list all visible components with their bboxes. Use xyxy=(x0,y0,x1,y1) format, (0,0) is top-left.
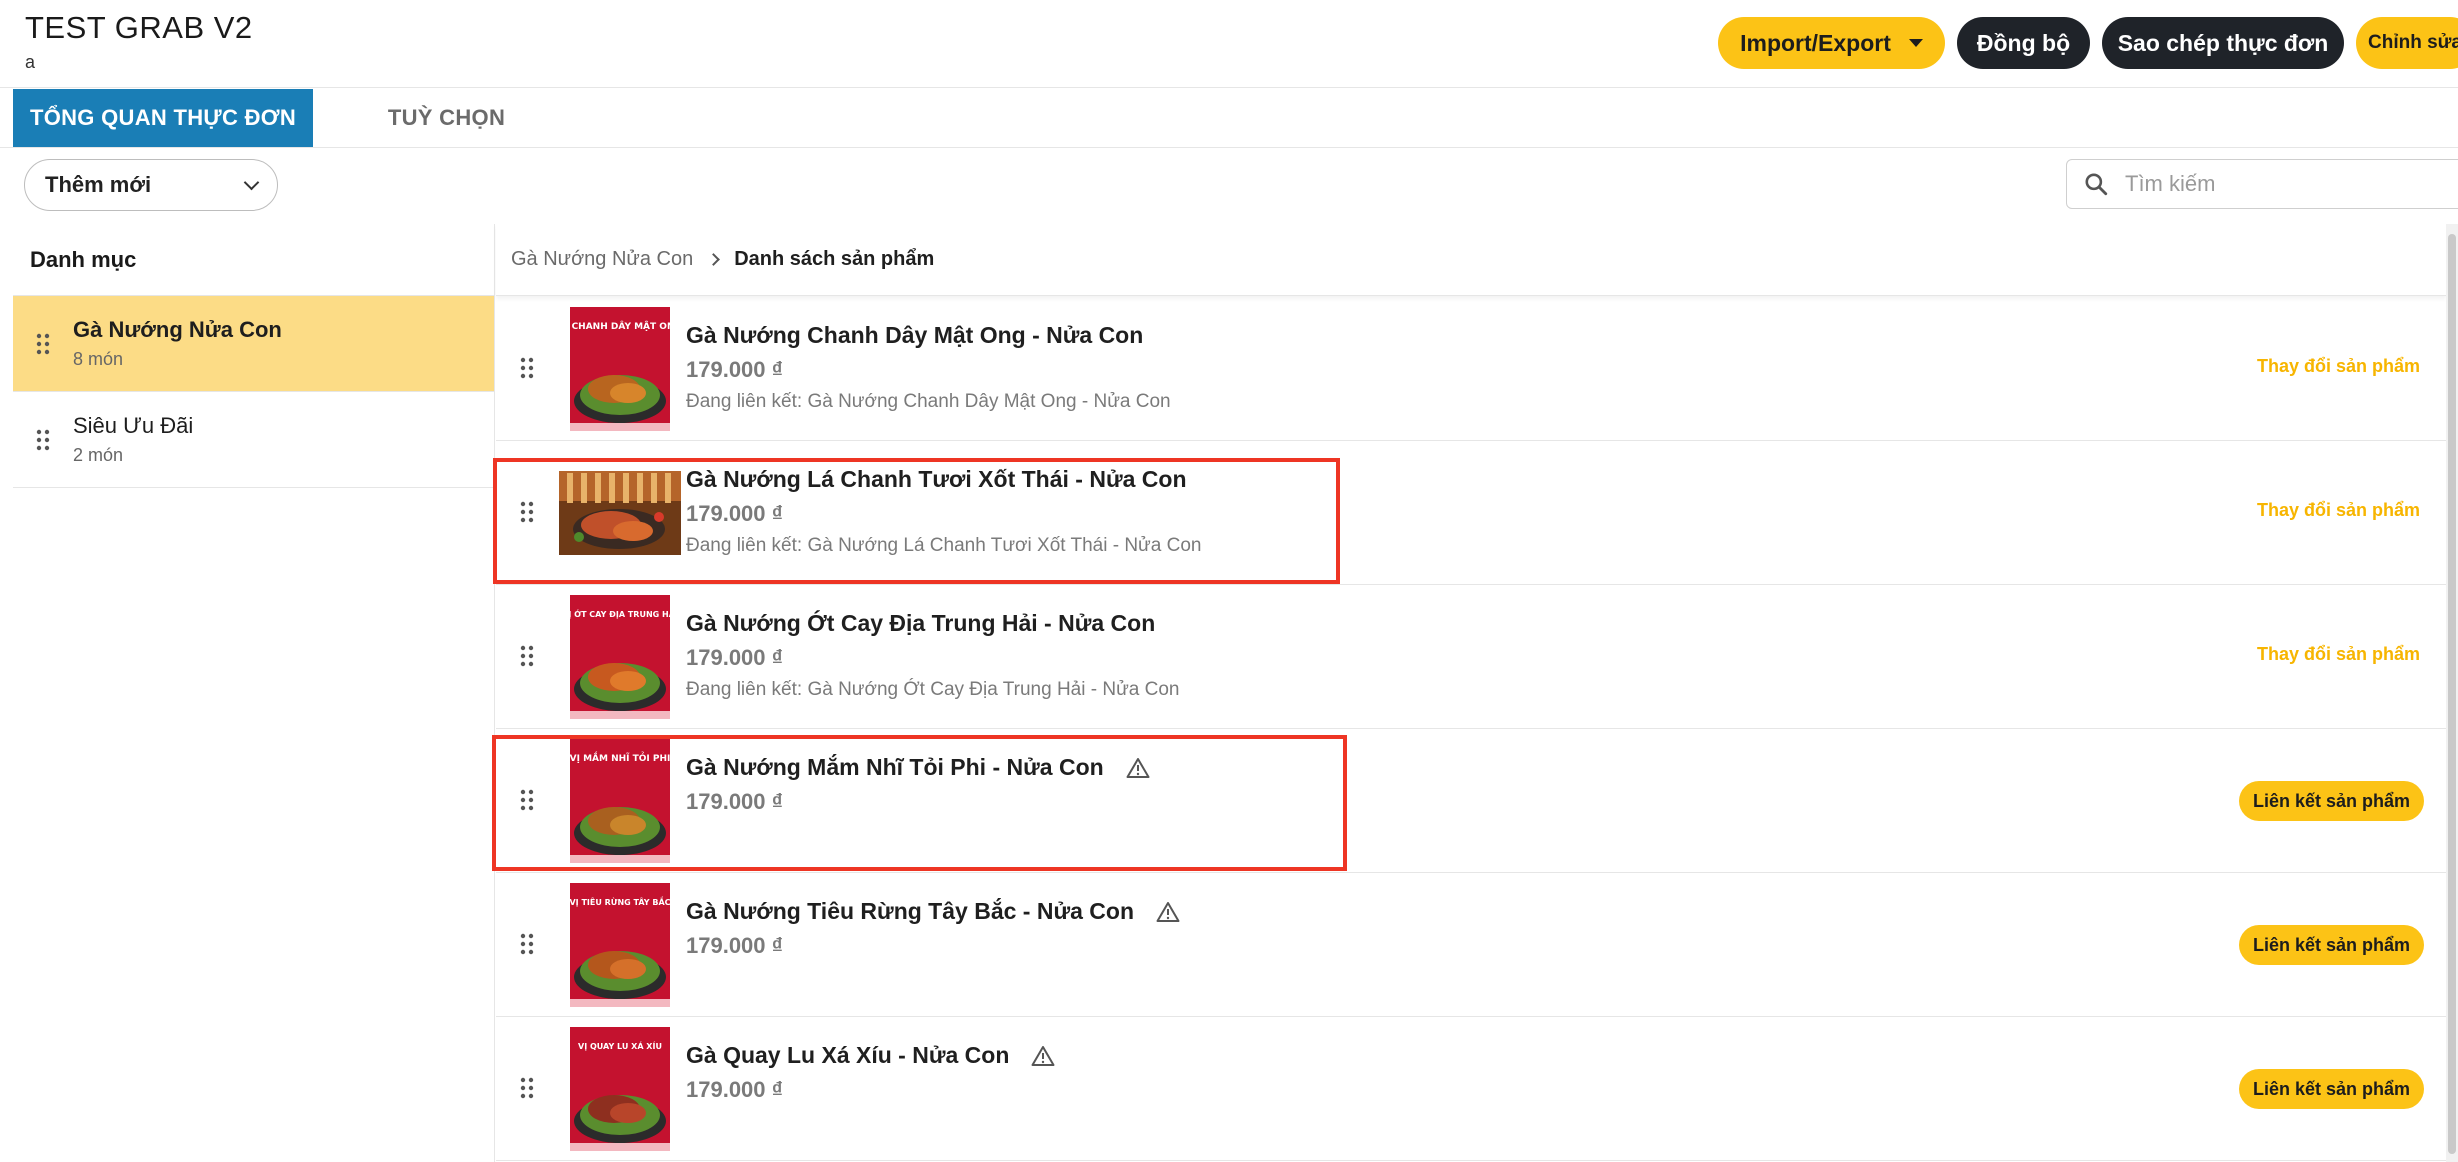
header-actions: Import/Export Đồng bộ Sao chép thực đơn … xyxy=(1718,17,2458,69)
svg-text:VỊ ỚT CAY ĐỊA TRUNG HẢI: VỊ ỚT CAY ĐỊA TRUNG HẢI xyxy=(570,608,670,619)
product-panel: Gà Nướng Nửa Con Danh sách sản phẩm VỊ C… xyxy=(496,224,2446,1162)
linked-product-text: Đang liên kết: Gà Nướng Lá Chanh Tươi Xố… xyxy=(686,535,1202,556)
tab-options[interactable]: TUỲ CHỌN xyxy=(313,89,580,147)
app-title: TEST GRAB V2 xyxy=(25,10,253,45)
drag-handle-icon[interactable] xyxy=(520,501,534,528)
drag-handle-icon[interactable] xyxy=(520,789,534,816)
breadcrumb-parent[interactable]: Gà Nướng Nửa Con xyxy=(511,248,693,271)
drag-handle-icon[interactable] xyxy=(520,933,534,960)
copy-menu-button[interactable]: Sao chép thực đơn xyxy=(2102,17,2344,69)
change-product-link[interactable]: Thay đổi sản phẩm xyxy=(2257,644,2420,665)
product-name: Gà Quay Lu Xá Xíu - Nửa Con xyxy=(686,1042,1055,1069)
tabs-bar: TỔNG QUAN THỰC ĐƠN TUỲ CHỌN xyxy=(0,87,2458,148)
product-price: 179.000 ₫ xyxy=(686,1077,783,1102)
category-item-sieu-uu-dai[interactable]: Siêu Ưu Đãi 2 món xyxy=(13,392,494,488)
product-row[interactable]: VỊ ỚT CAY ĐỊA TRUNG HẢI Gà Nướng Ớt Cay … xyxy=(496,585,2446,729)
caret-down-icon xyxy=(1908,39,1923,47)
linked-product-text: Đang liên kết: Gà Nướng Chanh Dây Mật On… xyxy=(686,391,1171,412)
chevron-right-icon xyxy=(707,253,721,266)
product-price: 179.000 ₫ xyxy=(686,789,783,814)
add-new-label: Thêm mới xyxy=(45,172,152,197)
drag-handle-icon[interactable] xyxy=(520,645,534,672)
product-price: 179.000 ₫ xyxy=(686,357,783,382)
linked-product-text: Đang liên kết: Gà Nướng Ớt Cay Địa Trung… xyxy=(686,679,1180,700)
app-subtitle: a xyxy=(25,52,36,72)
change-product-link[interactable]: Thay đổi sản phẩm xyxy=(2257,500,2420,521)
product-name: Gà Nướng Ớt Cay Địa Trung Hải - Nửa Con xyxy=(686,610,1156,636)
drag-handle-icon[interactable] xyxy=(13,333,73,355)
chevron-down-icon xyxy=(243,174,260,190)
category-count: 2 món xyxy=(73,445,124,465)
category-item-ga-nuong-nua-con[interactable]: Gà Nướng Nửa Con 8 món xyxy=(13,296,494,392)
drag-handle-icon[interactable] xyxy=(520,357,534,384)
category-name: Siêu Ưu Đãi xyxy=(73,413,194,438)
product-image xyxy=(558,451,682,575)
product-name: Gà Nướng Mắm Nhĩ Tỏi Phi - Nửa Con xyxy=(686,754,1150,781)
product-row[interactable]: VỊ MẮM NHĨ TỎI PHI Gà Nướng Mắm Nhĩ Tỏi … xyxy=(496,729,2446,873)
link-product-button[interactable]: Liên kết sản phẩm xyxy=(2238,781,2424,821)
category-name: Gà Nướng Nửa Con xyxy=(73,317,282,342)
breadcrumb-current: Danh sách sản phẩm xyxy=(734,248,935,270)
link-product-button[interactable]: Liên kết sản phẩm xyxy=(2238,1069,2424,1109)
product-price: 179.000 ₫ xyxy=(686,645,783,670)
search-input[interactable] xyxy=(2123,170,2423,198)
sidebar-header: Danh mục xyxy=(13,224,494,296)
product-image: VỊ TIÊU RỪNG TÂY BẮC xyxy=(558,883,682,1007)
search-box[interactable] xyxy=(2066,159,2458,209)
edit-button[interactable]: Chỉnh sửa xyxy=(2356,17,2458,69)
import-export-button[interactable]: Import/Export xyxy=(1718,17,1945,69)
search-icon xyxy=(2085,173,2108,196)
tab-menu-overview[interactable]: TỔNG QUAN THỰC ĐƠN xyxy=(13,89,313,147)
scrollbar-thumb[interactable] xyxy=(2448,234,2456,1154)
warning-icon xyxy=(1031,1045,1055,1066)
link-product-button[interactable]: Liên kết sản phẩm xyxy=(2238,925,2424,965)
product-name-text: Gà Nướng Tiêu Rừng Tây Bắc - Nửa Con xyxy=(686,898,1134,924)
sync-button[interactable]: Đồng bộ xyxy=(1957,17,2090,69)
product-row[interactable]: VỊ QUAY LU XÁ XÍU Gà Quay Lu Xá Xíu - Nử… xyxy=(496,1017,2446,1161)
product-name: Gà Nướng Chanh Dây Mật Ong - Nửa Con xyxy=(686,322,1144,348)
product-image: VỊ CHANH DÂY MẬT ONG xyxy=(558,307,682,431)
product-row[interactable]: Gà Nướng Lá Chanh Tươi Xốt Thái - Nửa Co… xyxy=(496,441,2446,585)
product-price: 179.000 ₫ xyxy=(686,501,783,526)
product-name-text: Gà Quay Lu Xá Xíu - Nửa Con xyxy=(686,1042,1010,1068)
import-export-label: Import/Export xyxy=(1740,29,1891,56)
svg-text:VỊ CHANH DÂY MẬT ONG: VỊ CHANH DÂY MẬT ONG xyxy=(570,320,670,332)
product-name: Gà Nướng Tiêu Rừng Tây Bắc - Nửa Con xyxy=(686,898,1180,925)
warning-icon xyxy=(1156,901,1180,922)
change-product-link[interactable]: Thay đổi sản phẩm xyxy=(2257,356,2420,377)
product-image: VỊ MẮM NHĨ TỎI PHI xyxy=(558,739,682,863)
add-new-select[interactable]: Thêm mới xyxy=(24,159,278,211)
product-row[interactable]: VỊ TIÊU RỪNG TÂY BẮC Gà Nướng Tiêu Rừng … xyxy=(496,873,2446,1017)
product-name: Gà Nướng Lá Chanh Tươi Xốt Thái - Nửa Co… xyxy=(686,466,1187,492)
drag-handle-icon[interactable] xyxy=(13,429,73,451)
breadcrumb: Gà Nướng Nửa Con Danh sách sản phẩm xyxy=(496,224,2446,296)
product-image: VỊ ỚT CAY ĐỊA TRUNG HẢI xyxy=(558,595,682,719)
product-name-text: Gà Nướng Mắm Nhĩ Tỏi Phi - Nửa Con xyxy=(686,754,1104,780)
warning-icon xyxy=(1126,757,1150,778)
product-row[interactable]: VỊ CHANH DÂY MẬT ONG Gà Nướng Chanh Dây … xyxy=(496,297,2446,441)
category-count: 8 món xyxy=(73,349,124,369)
category-sidebar: Danh mục Gà Nướng Nửa Con 8 món Siêu Ưu … xyxy=(13,224,495,1162)
svg-text:VỊ QUAY LU XÁ XÍU: VỊ QUAY LU XÁ XÍU xyxy=(578,1040,662,1051)
product-price: 179.000 ₫ xyxy=(686,933,783,958)
product-image: VỊ QUAY LU XÁ XÍU xyxy=(558,1027,682,1151)
drag-handle-icon[interactable] xyxy=(520,1077,534,1104)
